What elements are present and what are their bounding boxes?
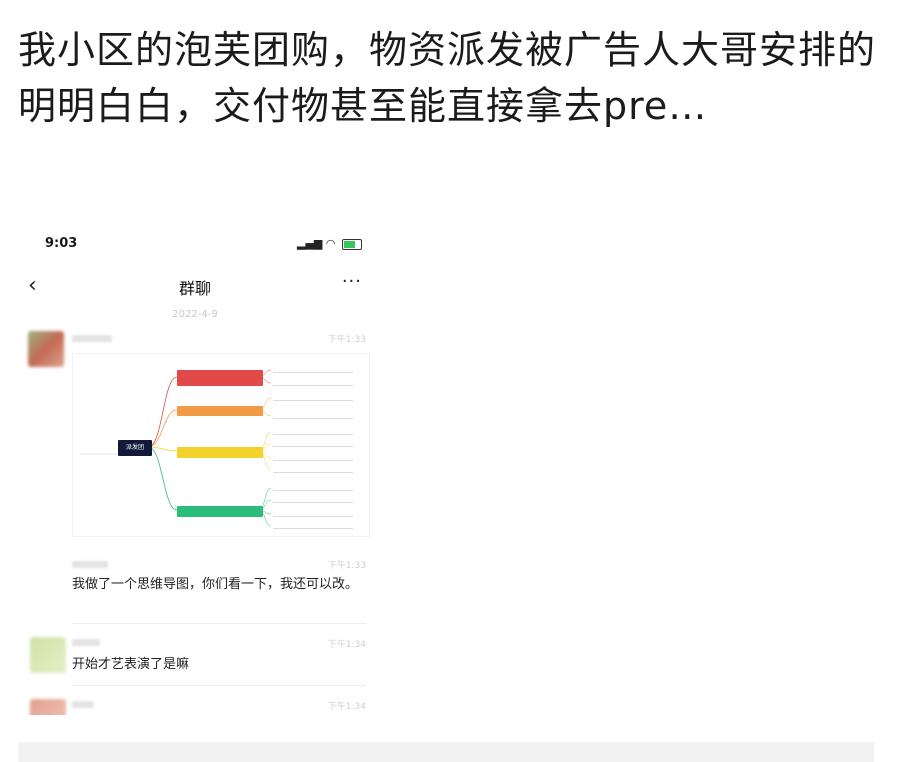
message-time: 下午1:33 [327,561,366,571]
message-time: 下午1:33 [327,335,366,345]
message-time: 下午1:34 [327,702,366,712]
mindmap-note [273,455,353,461]
chat-nav-bar: ‹ 群聊 ··· [20,269,370,305]
status-time: 9:03 [45,236,78,251]
bottom-panel [18,742,874,762]
status-icons: ▂▄▆ ◠ [297,237,362,250]
chat-title: 群聊 [178,279,211,298]
sender-name-blurred [72,701,94,708]
mindmap-note [273,441,353,447]
mindmap-note [273,511,353,517]
signal-icon: ▂▄▆ [297,237,323,250]
mindmap-branch-orange [177,406,263,416]
avatar[interactable] [30,699,66,715]
message-divider [72,685,366,686]
mindmap-note [273,395,353,401]
avatar[interactable] [30,637,66,673]
more-icon[interactable]: ··· [342,271,362,292]
message-text: 开始才艺表演了是嘛 [72,657,190,672]
message-time: 下午1:34 [327,640,366,650]
avatar[interactable] [28,331,64,367]
mindmap-branch-red [177,370,263,386]
mindmap-note [273,485,353,491]
sender-name-blurred [72,561,108,568]
mindmap-root: 派发团 [118,440,152,456]
message-text: 我做了一个思维导图，你们看一下，我还可以改。 [72,577,359,592]
chat-date: 2022-4-9 [172,309,218,320]
mindmap-note [273,367,353,373]
mindmap-branch-green [177,506,263,517]
chat-screenshot: 9:03 ▂▄▆ ◠ ‹ 群聊 ··· 2022-4-9 下午1:33 派发团 [20,225,370,715]
sender-name-blurred [72,639,100,646]
mindmap-note [273,413,353,419]
mindmap-note [273,523,353,529]
mindmap-branch-yellow [177,447,263,458]
wifi-icon: ◠ [325,237,336,250]
status-bar: 9:03 ▂▄▆ ◠ [20,225,370,263]
mindmap-note [273,429,353,435]
mindmap-note [273,467,353,473]
mindmap-note [273,380,353,386]
mindmap-image[interactable]: 派发团 [72,353,370,537]
post-text: 我小区的泡芙团购，物资派发被广告人大哥安排的明明白白，交付物甚至能直接拿去pre… [18,28,877,128]
message-divider [72,623,366,624]
sender-name-blurred [72,335,112,342]
mindmap-note [273,497,353,503]
battery-icon [342,238,362,250]
